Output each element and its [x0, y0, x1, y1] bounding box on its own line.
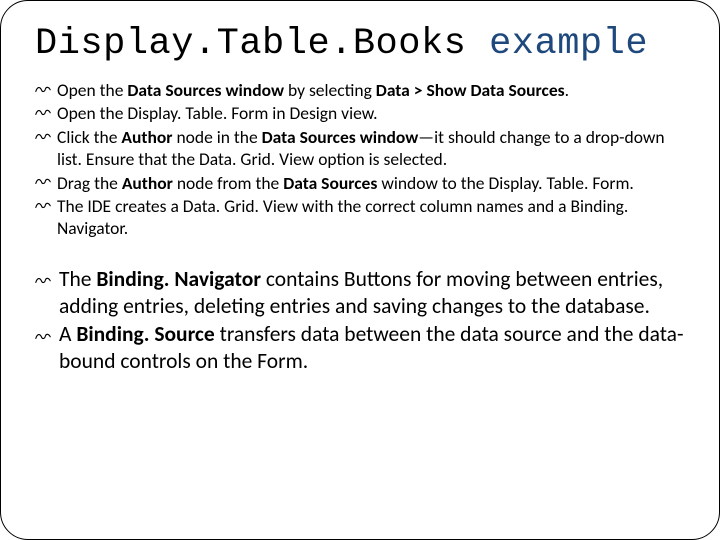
text: A	[59, 321, 76, 347]
text: Open the	[57, 79, 127, 101]
bullet-list-large: The Binding. Navigator contains Buttons …	[35, 266, 685, 376]
list-item-text: Click the Author node in the Data Source…	[57, 126, 665, 170]
bullet-icon	[35, 323, 51, 349]
title-part1: Display.Table.Books	[35, 23, 466, 65]
bold-text: Data > Show Data Sources	[376, 79, 565, 101]
bullet-list-small: Open the Data Sources window by selectin…	[35, 79, 685, 240]
bullet-icon	[35, 103, 51, 123]
list-item: The IDE creates a Data. Grid. View with …	[35, 195, 685, 240]
list-item: Click the Author node in the Data Source…	[35, 126, 685, 171]
bullet-icon	[35, 172, 51, 192]
title-part2: example	[489, 23, 648, 65]
list-item-text: A Binding. Source transfers data between…	[59, 321, 684, 374]
bold-text: Binding. Navigator	[96, 266, 261, 292]
text: .	[565, 79, 569, 101]
list-item-text: Open the Data Sources window by selectin…	[57, 79, 569, 101]
list-item: The Binding. Navigator contains Buttons …	[35, 266, 685, 320]
text: by selecting	[284, 79, 376, 101]
text: window to the Display. Table. Form.	[377, 172, 634, 194]
bullet-icon	[35, 127, 51, 147]
bullet-icon	[35, 80, 51, 100]
slide: Display.Table.Books example Open the Dat…	[0, 0, 720, 540]
list-item: Open the Data Sources window by selectin…	[35, 79, 685, 101]
bullet-icon	[35, 267, 51, 293]
list-item-text: Drag the Author node from the Data Sourc…	[57, 172, 634, 194]
bold-text: Author	[122, 172, 173, 194]
text: The IDE creates a Data. Grid. View with …	[57, 195, 628, 239]
list-item: A Binding. Source transfers data between…	[35, 321, 685, 375]
bold-text: Author	[121, 126, 172, 148]
bold-text: Data Sources	[283, 172, 377, 194]
text: Open the Display. Table. Form in Design …	[57, 102, 378, 124]
text: The	[59, 266, 96, 292]
list-item: Drag the Author node from the Data Sourc…	[35, 172, 685, 194]
list-item-text: Open the Display. Table. Form in Design …	[57, 102, 378, 124]
bold-text: Data Sources window	[262, 126, 419, 148]
list-item-text: The IDE creates a Data. Grid. View with …	[57, 195, 628, 239]
text: node from the	[173, 172, 283, 194]
bullet-icon	[35, 196, 51, 216]
list-item-text: The Binding. Navigator contains Buttons …	[59, 266, 663, 319]
text: Drag the	[57, 172, 122, 194]
text: node in the	[173, 126, 262, 148]
text: Click the	[57, 126, 121, 148]
bold-text: Data Sources window	[127, 79, 284, 101]
bold-text: Binding. Source	[76, 321, 214, 347]
list-item: Open the Display. Table. Form in Design …	[35, 102, 685, 124]
slide-title: Display.Table.Books example	[35, 23, 685, 65]
